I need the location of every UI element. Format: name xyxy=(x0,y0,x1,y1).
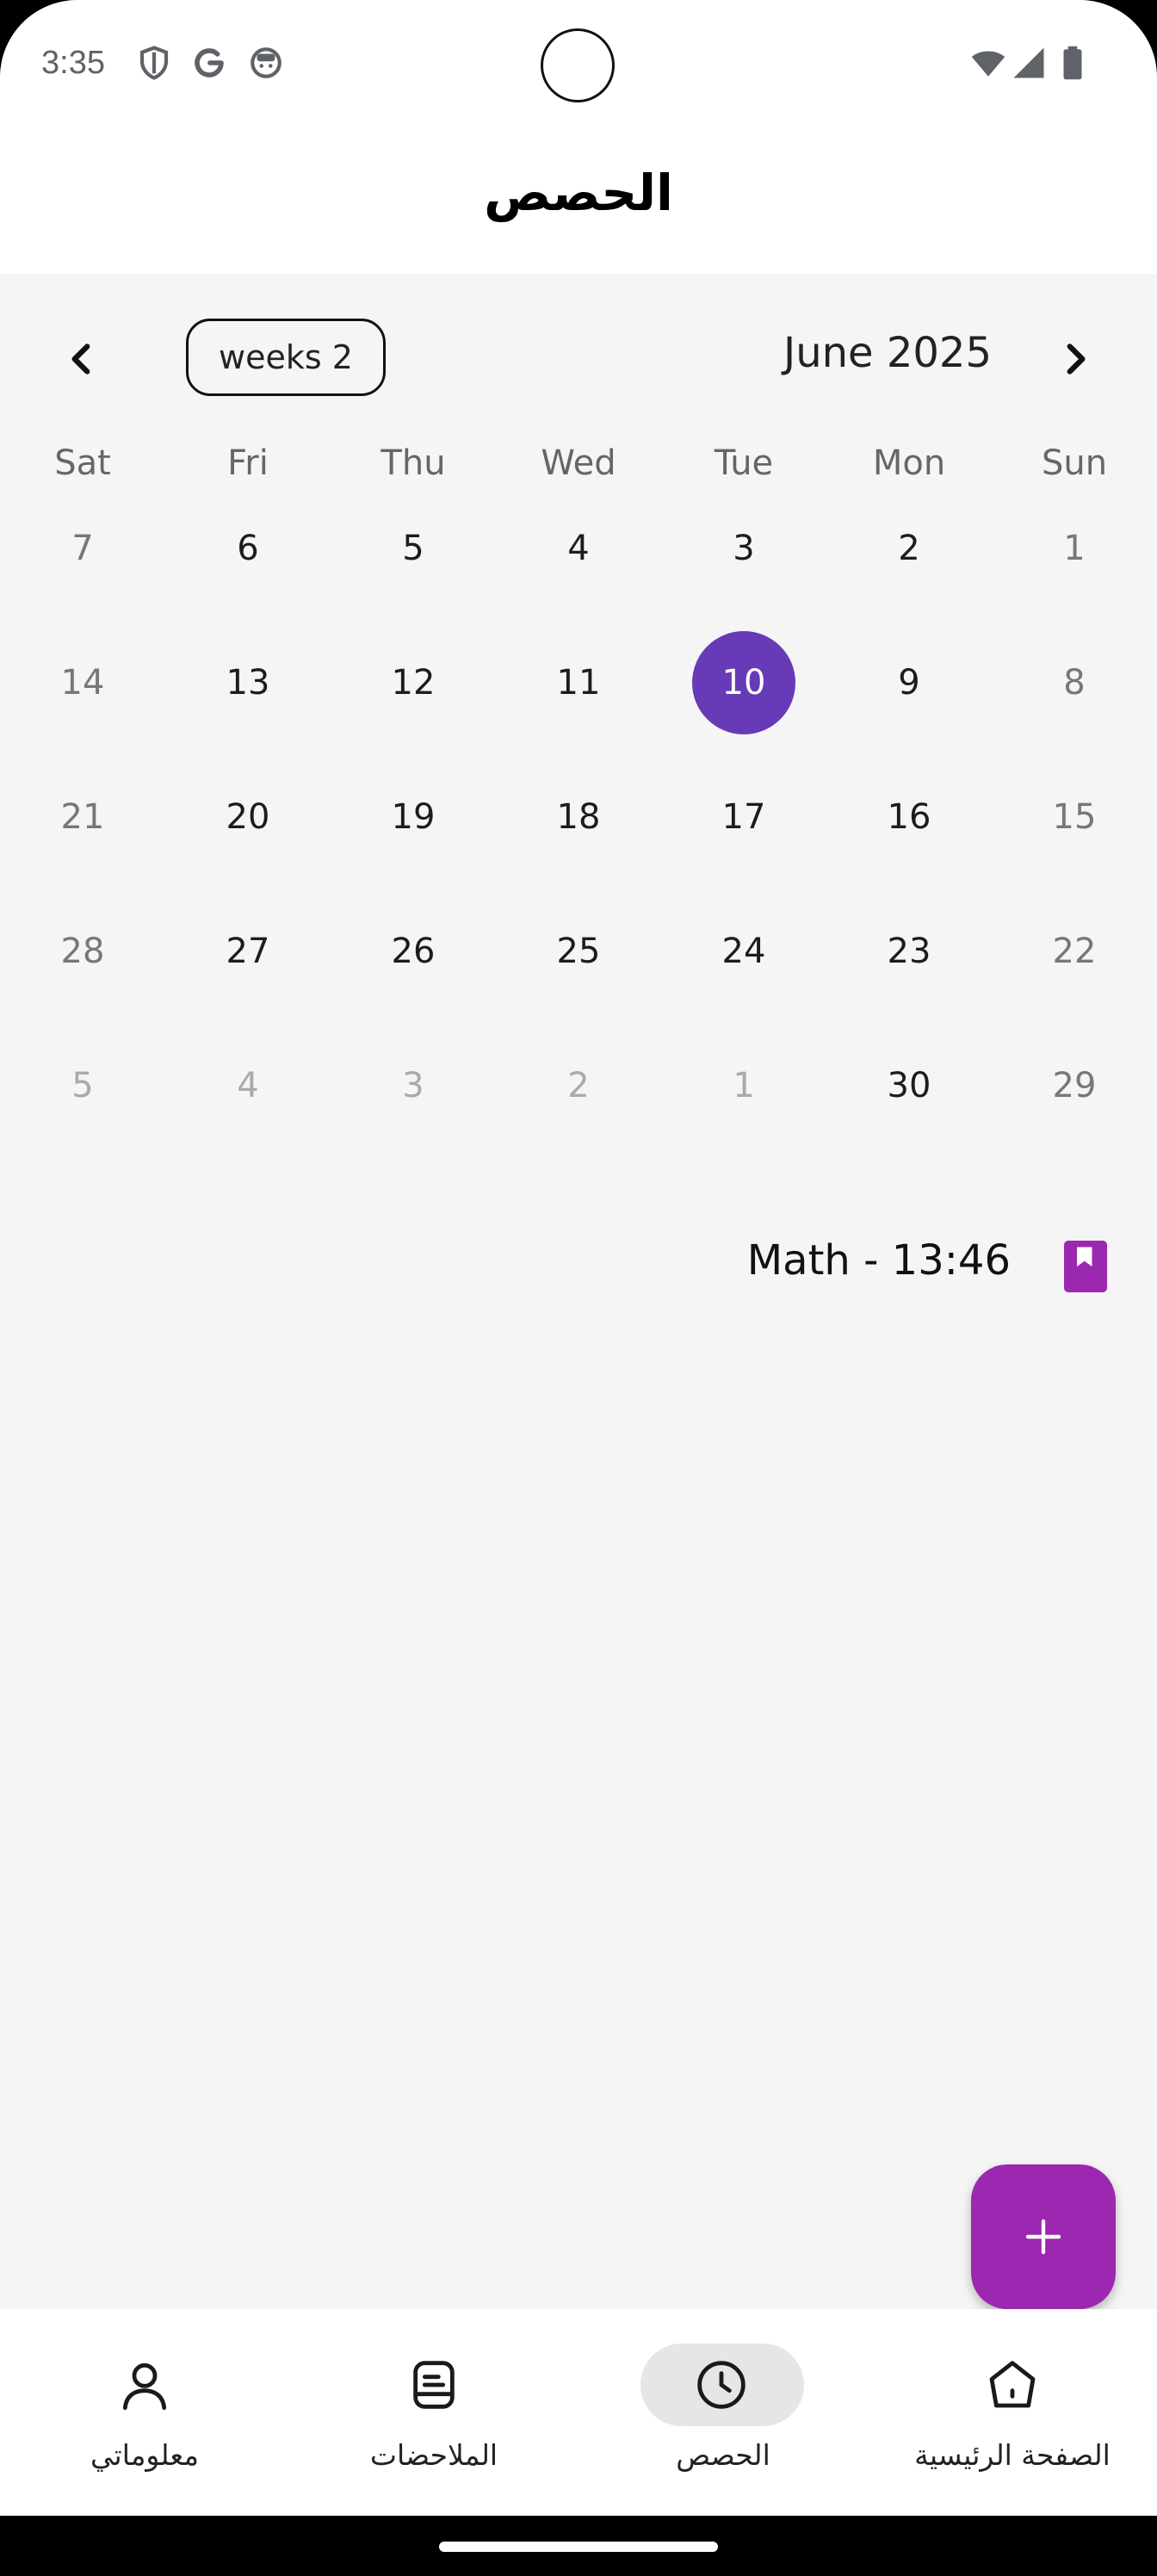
selected-day-marker: 10 xyxy=(692,631,795,734)
bookmark-book-icon xyxy=(1064,1241,1107,1292)
calendar-day[interactable]: 6 xyxy=(165,497,331,600)
app-bar: الحصص xyxy=(0,129,1157,274)
status-bar: 3:35 xyxy=(0,0,1157,129)
cell-signal-icon xyxy=(1013,47,1044,78)
calendar-day[interactable]: 18 xyxy=(496,765,661,869)
page-title: الحصص xyxy=(484,164,673,222)
calendar-day[interactable]: 14 xyxy=(0,631,165,734)
calendar-day[interactable]: 16 xyxy=(826,765,992,869)
nav-label: الحصص xyxy=(676,2438,770,2472)
lesson-item-label[interactable]: Math - 13:46 xyxy=(747,1236,1011,1285)
shield-icon xyxy=(139,46,169,80)
calendar-day-outside-month[interactable]: 5 xyxy=(0,1034,165,1137)
calendar-day[interactable]: 23 xyxy=(826,900,992,1003)
nav-item-home[interactable]: الصفحة الرئيسية xyxy=(868,2309,1157,2516)
calendar-day[interactable]: 13 xyxy=(165,631,331,734)
calendar-day-outside-month[interactable]: 3 xyxy=(331,1034,496,1137)
battery-icon xyxy=(1063,46,1082,80)
weekday-label: Sat xyxy=(54,443,111,483)
weekday-label: Thu xyxy=(381,443,446,483)
app-screen: 3:35 الحصص weeks 2 June 2025 Sun Mon Tue… xyxy=(0,0,1157,2576)
calendar-day[interactable]: 2 xyxy=(826,497,992,600)
calendar-format-button[interactable]: weeks 2 xyxy=(186,319,386,396)
calendar-day[interactable]: 3 xyxy=(661,497,826,600)
calendar-day[interactable]: 26 xyxy=(331,900,496,1003)
calendar-day[interactable]: 9 xyxy=(826,631,992,734)
wifi-icon xyxy=(971,51,1005,77)
calendar-day[interactable]: 11 xyxy=(496,631,661,734)
calendar-day[interactable]: 1 xyxy=(992,497,1157,600)
home-indicator[interactable] xyxy=(439,2542,718,2552)
home-icon xyxy=(989,2361,1036,2408)
calendar-day[interactable]: 29 xyxy=(992,1034,1157,1137)
calendar-day[interactable]: 24 xyxy=(661,900,826,1003)
chevron-left-icon[interactable] xyxy=(60,337,103,381)
face-icon xyxy=(251,47,282,78)
nav-item-my-info[interactable]: معلوماتي xyxy=(0,2309,289,2516)
calendar-day[interactable]: 17 xyxy=(661,765,826,869)
calendar-day-outside-month[interactable]: 1 xyxy=(661,1034,826,1137)
calendar-day[interactable]: 5 xyxy=(331,497,496,600)
google-icon xyxy=(195,48,224,77)
calendar-day-outside-month[interactable]: 2 xyxy=(496,1034,661,1137)
calendar-day[interactable]: 21 xyxy=(0,765,165,869)
weekday-label: Wed xyxy=(541,443,616,483)
clock-icon xyxy=(697,2361,746,2409)
chevron-right-icon[interactable] xyxy=(1054,337,1097,381)
calendar-day[interactable]: 15 xyxy=(992,765,1157,869)
nav-label: معلوماتي xyxy=(90,2438,199,2472)
calendar-day[interactable]: 20 xyxy=(165,765,331,869)
weekday-label: Mon xyxy=(872,443,946,483)
status-time: 3:35 xyxy=(41,45,105,81)
nav-item-notes[interactable]: الملاحضات xyxy=(289,2309,578,2516)
notes-icon xyxy=(413,2361,455,2409)
weekday-label: Tue xyxy=(714,443,774,483)
calendar-day[interactable]: 30 xyxy=(826,1034,992,1137)
calendar-day[interactable]: 19 xyxy=(331,765,496,869)
calendar-day[interactable]: 8 xyxy=(992,631,1157,734)
bottom-navigation: معلوماتي الملاحضات الحصص الصفحة الرئيسية xyxy=(0,2309,1157,2516)
nav-label: الملاحضات xyxy=(369,2438,498,2472)
calendar-day[interactable]: 7 xyxy=(0,497,165,600)
nav-item-lessons[interactable]: الحصص xyxy=(578,2309,868,2516)
camera-cutout xyxy=(541,28,615,102)
calendar-day[interactable]: 27 xyxy=(165,900,331,1003)
plus-icon xyxy=(1025,2219,1061,2255)
weekday-label: Sun xyxy=(1041,443,1108,483)
calendar-day[interactable]: 12 xyxy=(331,631,496,734)
person-icon xyxy=(122,2362,167,2411)
calendar-day-selected[interactable]: 10 xyxy=(661,631,826,734)
calendar-month-title: June 2025 xyxy=(783,329,992,377)
add-lesson-button[interactable] xyxy=(971,2164,1116,2309)
calendar-day[interactable]: 25 xyxy=(496,900,661,1003)
weekday-label: Fri xyxy=(227,443,269,483)
calendar-day[interactable]: 4 xyxy=(496,497,661,600)
calendar-day[interactable]: 22 xyxy=(992,900,1157,1003)
calendar-day-outside-month[interactable]: 4 xyxy=(165,1034,331,1137)
calendar-day[interactable]: 28 xyxy=(0,900,165,1003)
nav-label: الصفحة الرئيسية xyxy=(914,2438,1111,2472)
